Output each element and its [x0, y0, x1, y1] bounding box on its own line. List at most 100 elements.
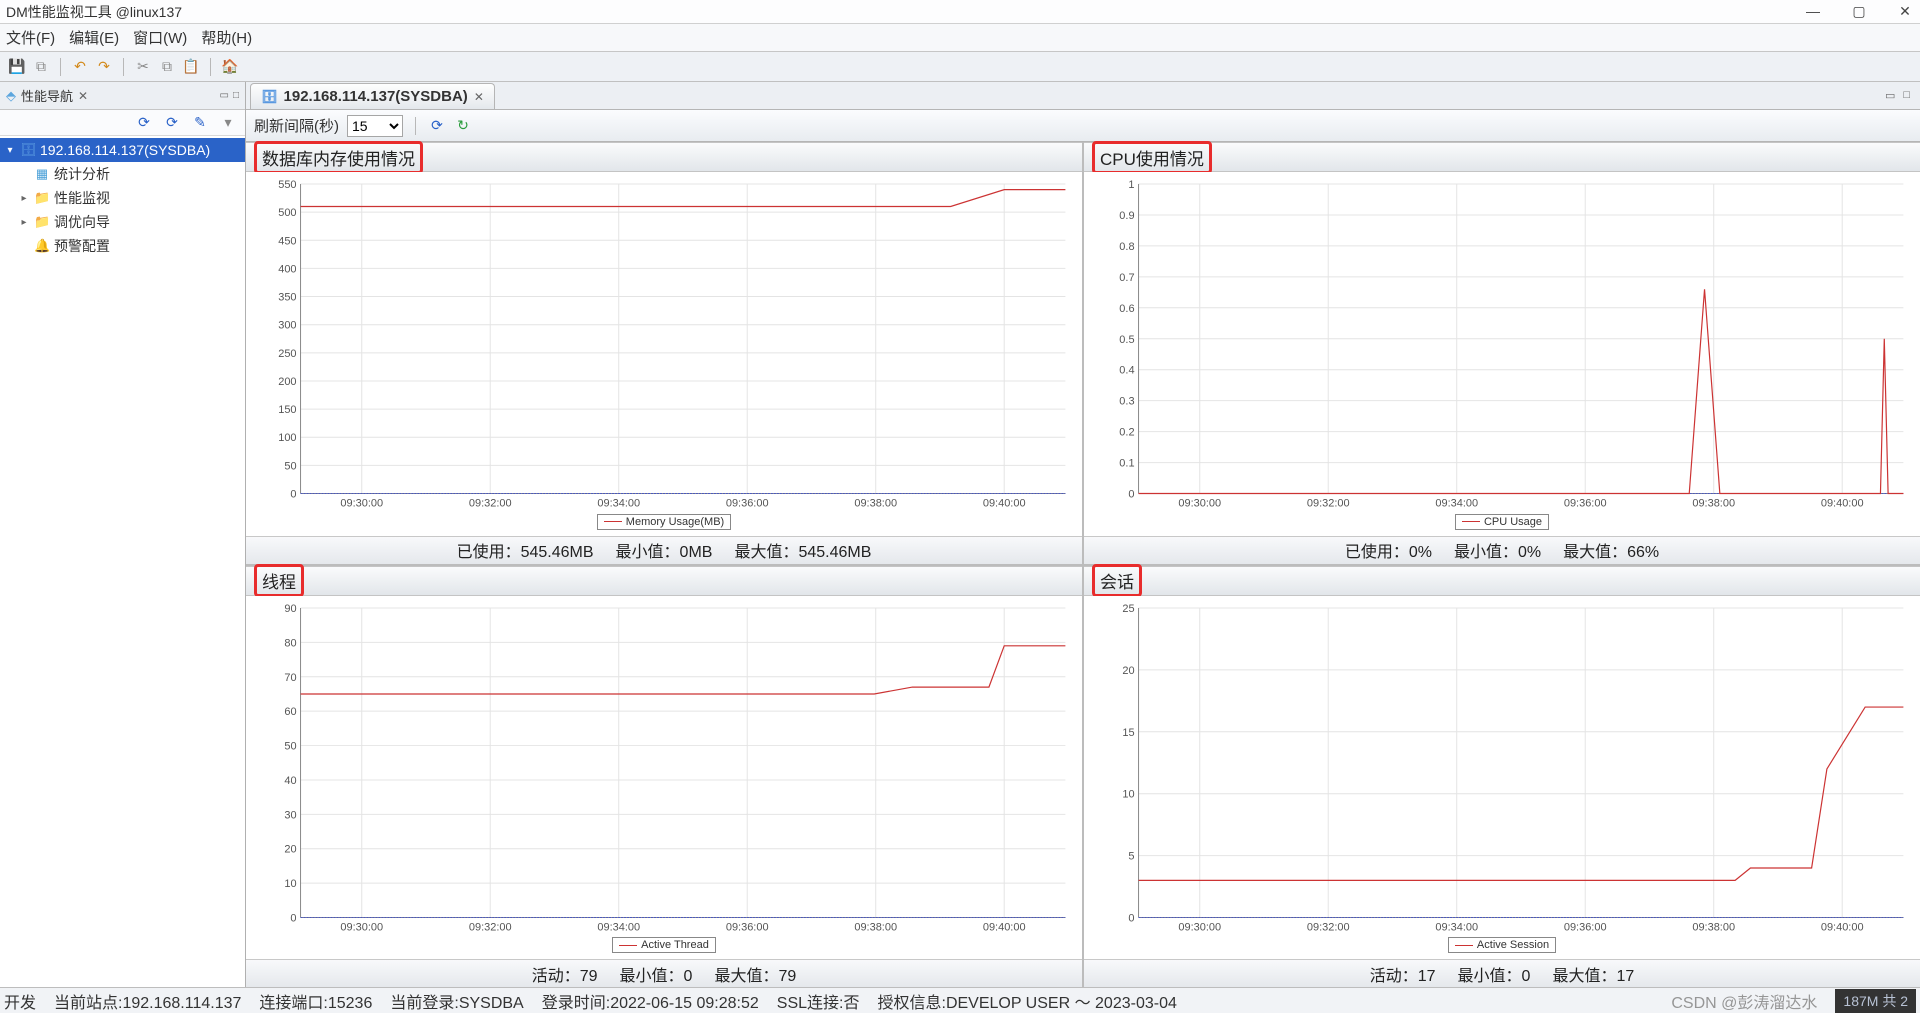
- tree-host-node[interactable]: ▾ 🗄 192.168.114.137(SYSDBA): [0, 138, 245, 162]
- content-tab[interactable]: 🗄 192.168.114.137(SYSDBA) ✕: [250, 83, 495, 109]
- toolbar: 💾 ⧉ ↶ ↷ ✂ ⧉ 📋 🏠: [0, 52, 1920, 82]
- chart-plot-memory: 05010015020025030035040045050055009:30:0…: [250, 178, 1078, 512]
- refresh-interval-select[interactable]: 15: [347, 115, 403, 137]
- sidebar-edit-icon[interactable]: ✎: [191, 114, 209, 132]
- sidebar-minimize-icon[interactable]: ▭: [220, 90, 229, 101]
- sidebar-refresh-icon[interactable]: ⟳: [135, 114, 153, 132]
- charts-grid: 数据库内存使用情况 050100150200250300350400450500…: [246, 142, 1920, 987]
- svg-text:0: 0: [1128, 912, 1134, 924]
- chart-legend-memory: Memory Usage(MB): [597, 514, 731, 530]
- svg-text:09:30:00: 09:30:00: [1178, 921, 1221, 933]
- tab-maximize-icon[interactable]: □: [1903, 89, 1910, 102]
- refresh-interval-label: 刷新间隔(秒): [254, 115, 339, 136]
- menu-window[interactable]: 窗口(W): [133, 27, 187, 48]
- svg-text:550: 550: [278, 179, 296, 191]
- tab-close-icon[interactable]: ✕: [474, 90, 484, 104]
- svg-text:450: 450: [278, 235, 296, 247]
- tree-item-stats[interactable]: ▦ 统计分析: [0, 162, 245, 186]
- tree-item-tune[interactable]: ▸ 📁 调优向导: [0, 210, 245, 234]
- svg-text:50: 50: [284, 740, 296, 752]
- save-icon[interactable]: 💾: [8, 58, 26, 76]
- svg-text:350: 350: [278, 292, 296, 304]
- svg-text:500: 500: [278, 207, 296, 219]
- chart-plot-cpu: 00.10.20.30.40.50.60.70.80.9109:30:0009:…: [1088, 178, 1916, 512]
- sidebar-maximize-icon[interactable]: □: [233, 90, 239, 101]
- svg-text:70: 70: [284, 671, 296, 683]
- chart-title-memory: 数据库内存使用情况: [254, 141, 423, 174]
- status-memory: 187M 共 2: [1835, 989, 1916, 1013]
- cut-icon[interactable]: ✂: [134, 58, 152, 76]
- sidebar-close-icon[interactable]: ✕: [78, 89, 88, 103]
- tree-item-alert[interactable]: 🔔 预警配置: [0, 234, 245, 258]
- tree-item-label: 性能监视: [54, 188, 110, 208]
- svg-text:200: 200: [278, 376, 296, 388]
- sidebar: ⬘ 性能导航 ✕ ▭ □ ⟳ ⟳ ✎ ▾ ▾ 🗄 192.168.114.137…: [0, 82, 246, 987]
- svg-text:09:36:00: 09:36:00: [1564, 921, 1607, 933]
- svg-text:0.4: 0.4: [1119, 365, 1134, 377]
- svg-text:50: 50: [284, 460, 296, 472]
- svg-text:09:34:00: 09:34:00: [1435, 921, 1478, 933]
- status-dev: 开发: [4, 989, 36, 1013]
- minimize-icon[interactable]: —: [1804, 3, 1822, 20]
- svg-text:20: 20: [284, 843, 296, 855]
- alert-icon: 🔔: [34, 238, 50, 254]
- sidebar-refresh2-icon[interactable]: ⟳: [163, 114, 181, 132]
- svg-text:09:38:00: 09:38:00: [1692, 498, 1735, 510]
- close-icon[interactable]: ✕: [1896, 3, 1914, 20]
- svg-text:80: 80: [284, 637, 296, 649]
- svg-text:300: 300: [278, 320, 296, 332]
- paste-icon[interactable]: 📋: [182, 58, 200, 76]
- main-area: ⬘ 性能导航 ✕ ▭ □ ⟳ ⟳ ✎ ▾ ▾ 🗄 192.168.114.137…: [0, 82, 1920, 987]
- svg-text:250: 250: [278, 348, 296, 360]
- svg-text:0: 0: [290, 489, 296, 501]
- home-icon[interactable]: 🏠: [221, 58, 239, 76]
- svg-text:09:38:00: 09:38:00: [854, 498, 897, 510]
- chart-plot-session: 051015202509:30:0009:32:0009:34:0009:36:…: [1088, 602, 1916, 936]
- menu-help[interactable]: 帮助(H): [201, 27, 252, 48]
- window-titlebar: DM性能监视工具 @linux137 — ▢ ✕: [0, 0, 1920, 24]
- svg-text:0.3: 0.3: [1119, 396, 1134, 408]
- chart-panel-session: 会话 051015202509:30:0009:32:0009:34:0009:…: [1084, 566, 1920, 988]
- svg-text:0.2: 0.2: [1119, 427, 1134, 439]
- svg-text:0: 0: [290, 912, 296, 924]
- statusbar: 开发 当前站点:192.168.114.137 连接端口:15236 当前登录:…: [0, 987, 1920, 1013]
- menu-file[interactable]: 文件(F): [6, 27, 55, 48]
- svg-text:0.8: 0.8: [1119, 241, 1134, 253]
- tree-host-label: 192.168.114.137(SYSDBA): [40, 142, 210, 158]
- svg-text:09:30:00: 09:30:00: [340, 921, 383, 933]
- svg-text:09:36:00: 09:36:00: [726, 498, 769, 510]
- copy-icon[interactable]: ⧉: [158, 58, 176, 76]
- undo-icon[interactable]: ↶: [71, 58, 89, 76]
- svg-text:09:40:00: 09:40:00: [983, 498, 1026, 510]
- save-all-icon[interactable]: ⧉: [32, 58, 50, 76]
- tree-item-label: 调优向导: [54, 212, 110, 232]
- chart-plot-thread: 010203040506070809009:30:0009:32:0009:34…: [250, 602, 1078, 936]
- auto-refresh-icon[interactable]: ↻: [454, 117, 472, 135]
- reload-icon[interactable]: ⟳: [428, 117, 446, 135]
- menu-edit[interactable]: 编辑(E): [69, 27, 119, 48]
- folder-icon: 📁: [34, 190, 50, 206]
- chart-footer-session: 活动：17 最小值：0 最大值：17: [1084, 959, 1920, 987]
- content-area: 🗄 192.168.114.137(SYSDBA) ✕ ▭ □ 刷新间隔(秒) …: [246, 82, 1920, 987]
- svg-text:100: 100: [278, 432, 296, 444]
- tree-item-perf[interactable]: ▸ 📁 性能监视: [0, 186, 245, 210]
- maximize-icon[interactable]: ▢: [1850, 3, 1868, 20]
- svg-text:09:38:00: 09:38:00: [1692, 921, 1735, 933]
- sidebar-toolbar: ⟳ ⟳ ✎ ▾: [0, 110, 245, 136]
- svg-text:09:30:00: 09:30:00: [340, 498, 383, 510]
- chart-footer-memory: 已使用：545.46MB 最小值：0MB 最大值：545.46MB: [246, 536, 1082, 564]
- database-icon: 🗄: [261, 89, 278, 105]
- chart-footer-thread: 活动：79 最小值：0 最大值：79: [246, 959, 1082, 987]
- tab-minimize-icon[interactable]: ▭: [1885, 89, 1895, 102]
- svg-text:25: 25: [1122, 602, 1134, 614]
- svg-text:09:36:00: 09:36:00: [726, 921, 769, 933]
- chart-legend-session: Active Session: [1448, 937, 1556, 953]
- status-watermark: CSDN @彭涛溜达水: [1671, 989, 1817, 1013]
- redo-icon[interactable]: ↷: [95, 58, 113, 76]
- sidebar-menu-icon[interactable]: ▾: [219, 114, 237, 132]
- svg-text:30: 30: [284, 809, 296, 821]
- chart-title-thread: 线程: [254, 564, 304, 597]
- svg-text:09:40:00: 09:40:00: [1821, 498, 1864, 510]
- svg-text:0.5: 0.5: [1119, 334, 1134, 346]
- svg-text:400: 400: [278, 263, 296, 275]
